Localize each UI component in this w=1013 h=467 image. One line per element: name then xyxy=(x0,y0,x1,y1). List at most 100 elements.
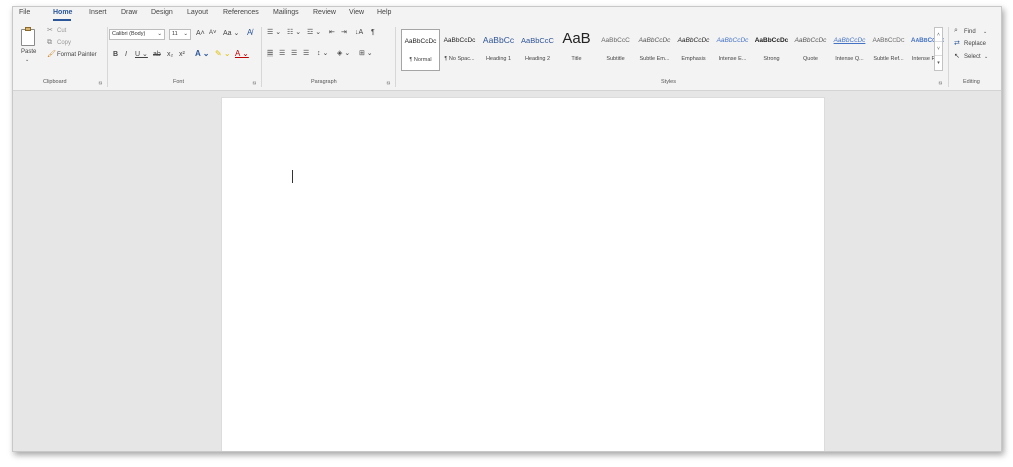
chevron-down-icon[interactable]: ˅ xyxy=(935,42,942,56)
font-family-value: Calibri (Body) xyxy=(112,31,146,37)
show-formatting-marks-icon[interactable]: ¶ xyxy=(371,29,375,36)
style-intense-quote[interactable]: AaBbCcDc Intense Q... xyxy=(830,29,869,71)
active-tab-indicator xyxy=(53,19,71,21)
style-quote[interactable]: AaBbCcDc Quote xyxy=(791,29,830,71)
style-heading-1[interactable]: AaBbCc Heading 1 xyxy=(479,29,518,71)
group-divider xyxy=(261,27,262,87)
cut-button[interactable]: Cut xyxy=(57,28,66,34)
tab-design[interactable]: Design xyxy=(151,9,173,16)
superscript-icon[interactable]: x² xyxy=(179,51,185,58)
font-size-select[interactable]: 11 ⌄ xyxy=(169,29,191,40)
bold-icon[interactable]: B xyxy=(113,51,118,58)
tab-draw[interactable]: Draw xyxy=(121,9,137,16)
cut-icon[interactable]: ✂ xyxy=(47,27,53,34)
replace-icon[interactable]: ⇄ xyxy=(954,40,960,47)
replace-button[interactable]: Replace xyxy=(964,41,986,47)
chevron-down-icon[interactable]: ⌄ xyxy=(984,54,988,60)
search-icon[interactable]: ⌕ xyxy=(954,27,958,34)
style-sample: AaBbCcDc xyxy=(833,37,866,44)
tab-insert[interactable]: Insert xyxy=(89,9,107,16)
shrink-font-icon[interactable]: A˅ xyxy=(209,30,217,36)
align-center-icon[interactable]: ☰ xyxy=(279,50,285,57)
sort-icon[interactable]: ↓A xyxy=(355,29,363,36)
style-strong[interactable]: AaBbCcDc Strong xyxy=(752,29,791,71)
chevron-down-icon[interactable]: ⌄ xyxy=(983,29,987,35)
tab-file[interactable]: File xyxy=(19,9,30,16)
tab-help[interactable]: Help xyxy=(377,9,391,16)
justify-icon[interactable]: ☰ xyxy=(303,50,309,57)
align-left-icon[interactable]: ☰ xyxy=(267,50,274,57)
style-subtle-reference[interactable]: AaBbCcDc Subtle Ref... xyxy=(869,29,908,71)
styles-gallery-scroller[interactable]: ˄ ˅ ▾ xyxy=(934,27,943,71)
style-label: ¶ Normal xyxy=(409,57,432,63)
style-no-spacing[interactable]: AaBbCcDc ¶ No Spac... xyxy=(440,29,479,71)
gallery-more-icon[interactable]: ▾ xyxy=(935,56,942,70)
style-emphasis[interactable]: AaBbCcDc Emphasis xyxy=(674,29,713,71)
style-label: Subtitle xyxy=(606,56,625,62)
underline-icon[interactable]: U ⌄ xyxy=(135,51,148,58)
font-launcher-icon[interactable]: ⧅ xyxy=(253,80,256,86)
subscript-icon[interactable]: x₂ xyxy=(167,51,173,58)
format-painter-icon[interactable]: 🖌 xyxy=(47,51,56,58)
style-label: Quote xyxy=(803,56,818,62)
style-label: Strong xyxy=(763,56,780,62)
tab-mailings[interactable]: Mailings xyxy=(273,9,299,16)
document-page[interactable] xyxy=(221,97,825,451)
grow-font-icon[interactable]: A˄ xyxy=(196,30,205,37)
paste-button[interactable]: Paste xyxy=(21,49,36,55)
ribbon-tabs: File Home Insert Draw Design Layout Refe… xyxy=(13,7,1001,23)
multilevel-list-icon[interactable]: ☲ ⌄ xyxy=(307,29,321,36)
text-cursor xyxy=(292,170,293,183)
style-sample: AaBbCcDc xyxy=(716,37,749,44)
highlight-color-icon[interactable]: ✎ ⌄ xyxy=(215,50,231,58)
numbering-icon[interactable]: ☷ ⌄ xyxy=(287,29,301,36)
style-sample: AaB xyxy=(562,30,591,47)
select-button[interactable]: Select xyxy=(964,54,981,60)
tab-references[interactable]: References xyxy=(223,9,259,16)
paragraph-launcher-icon[interactable]: ⧅ xyxy=(387,80,390,86)
font-group-label: Font xyxy=(173,79,185,85)
borders-icon[interactable]: ⊞ ⌄ xyxy=(359,50,373,57)
style-intense-emphasis[interactable]: AaBbCcDc Intense E... xyxy=(713,29,752,71)
tab-home[interactable]: Home xyxy=(53,9,72,16)
tab-layout[interactable]: Layout xyxy=(187,9,208,16)
editing-group-label: Editing xyxy=(963,79,980,85)
font-family-select[interactable]: Calibri (Body) ⌄ xyxy=(109,29,165,40)
style-normal[interactable]: AaBbCcDc ¶ Normal xyxy=(401,29,440,71)
style-sample: AaBbCcDc xyxy=(443,37,476,44)
style-subtitle[interactable]: AaBbCcC Subtitle xyxy=(596,29,635,71)
paste-icon[interactable] xyxy=(21,27,35,46)
change-case-icon[interactable]: Aa ⌄ xyxy=(223,30,239,37)
format-painter-button[interactable]: Format Painter xyxy=(57,52,97,58)
style-subtle-emphasis[interactable]: AaBbCcDc Subtle Em... xyxy=(635,29,674,71)
align-right-icon[interactable]: ☰ xyxy=(291,50,297,57)
styles-launcher-icon[interactable]: ⧅ xyxy=(939,80,942,86)
increase-indent-icon[interactable]: ⇥ xyxy=(341,29,347,36)
paste-dropdown-icon[interactable]: ⌄ xyxy=(25,57,29,63)
strikethrough-icon[interactable]: ab xyxy=(153,51,161,58)
style-sample: AaBbCcDc xyxy=(754,37,789,44)
chevron-up-icon[interactable]: ˄ xyxy=(935,28,942,42)
style-heading-2[interactable]: AaBbCcC Heading 2 xyxy=(518,29,557,71)
decrease-indent-icon[interactable]: ⇤ xyxy=(329,29,335,36)
document-canvas xyxy=(13,91,1001,451)
text-effects-icon[interactable]: A ⌄ xyxy=(195,50,209,58)
line-spacing-icon[interactable]: ↕ ⌄ xyxy=(317,50,328,57)
find-button[interactable]: Find xyxy=(964,29,976,35)
clear-formatting-icon[interactable]: A̸ xyxy=(247,29,252,37)
style-sample: AaBbCcDc xyxy=(404,38,437,45)
italic-icon[interactable]: I xyxy=(125,51,127,58)
copy-icon[interactable]: ⧉ xyxy=(47,39,52,46)
clipboard-launcher-icon[interactable]: ⧅ xyxy=(99,80,102,86)
copy-button[interactable]: Copy xyxy=(57,40,71,46)
style-sample: AaBbCcDc xyxy=(638,37,671,44)
bullets-icon[interactable]: ☰ ⌄ xyxy=(267,29,281,36)
select-cursor-icon[interactable]: ↖ xyxy=(954,53,960,60)
tab-view[interactable]: View xyxy=(349,9,364,16)
style-sample: AaBbCc xyxy=(482,35,515,45)
shading-icon[interactable]: ◈ ⌄ xyxy=(337,50,350,57)
style-title[interactable]: AaB Title xyxy=(557,29,596,71)
styles-gallery: AaBbCcDc ¶ Normal AaBbCcDc ¶ No Spac... … xyxy=(401,26,949,76)
font-color-icon[interactable]: A ⌄ xyxy=(235,50,249,58)
tab-review[interactable]: Review xyxy=(313,9,336,16)
